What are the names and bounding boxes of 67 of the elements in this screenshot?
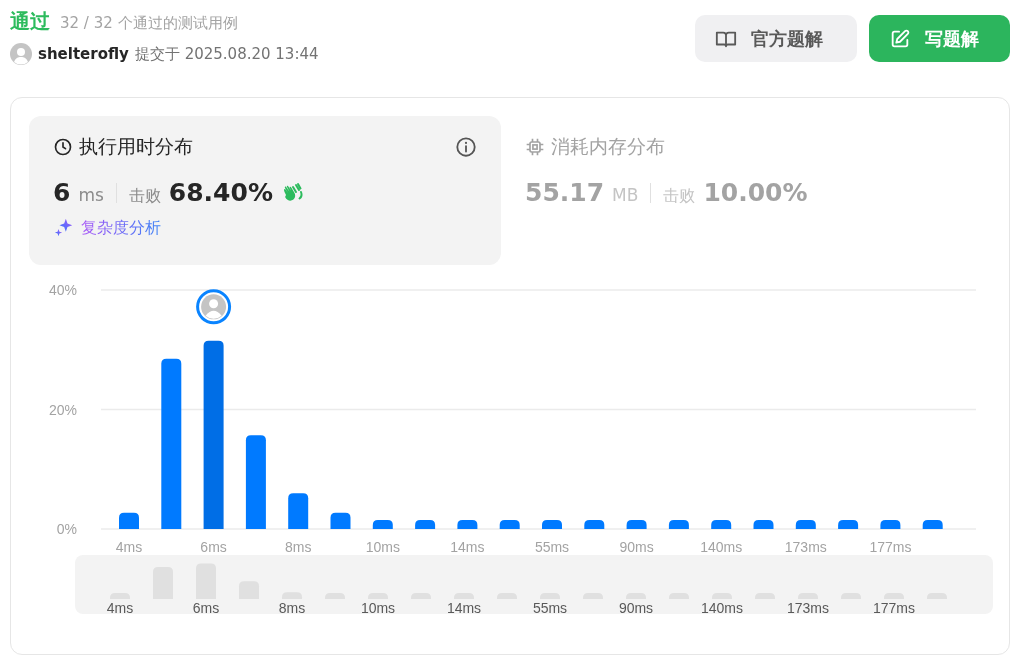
chart-bar[interactable] <box>457 520 478 529</box>
username-link[interactable]: shelterofly <box>38 45 129 63</box>
chart-bar[interactable] <box>880 520 901 529</box>
chart-bar[interactable] <box>584 520 605 529</box>
overview-label: 10ms <box>360 600 396 614</box>
test-cases-text: 32 / 32 个通过的测试用例 <box>60 14 238 33</box>
chart-bar[interactable] <box>288 493 309 529</box>
beats-percent: 68.40% <box>168 178 273 207</box>
info-icon[interactable] <box>455 136 477 158</box>
chart-bar[interactable] <box>119 512 139 529</box>
overview-scrollbar[interactable]: 4ms 6ms 8ms 10ms 14ms 55ms 90ms 140ms 173ms 177ms <box>75 555 993 614</box>
chart-bar[interactable] <box>203 340 224 529</box>
chart-bar[interactable] <box>668 520 689 529</box>
stat-unit: MB <box>612 185 639 205</box>
x-axis-label: 177ms <box>869 539 912 555</box>
chart-bar[interactable] <box>245 435 266 529</box>
overview-label: 177ms <box>873 600 915 614</box>
overview-label: 173ms <box>787 600 829 614</box>
tab-title: 执行用时分布 <box>79 134 193 159</box>
chart-bar[interactable] <box>795 520 816 529</box>
chart-bar[interactable] <box>542 520 562 529</box>
chart-bar[interactable] <box>626 520 647 529</box>
chart-bar[interactable] <box>330 512 351 529</box>
beats-label: 击败 <box>128 186 161 207</box>
x-axis-label: 4ms <box>115 539 143 555</box>
chip-icon <box>525 137 545 157</box>
x-axis-label: 140ms <box>700 539 743 555</box>
overview-label: 55ms <box>532 600 568 614</box>
beats-label: 击败 <box>663 186 696 207</box>
chart-bar[interactable] <box>711 520 732 529</box>
y-axis-label: 0% <box>56 521 77 537</box>
avatar-icon <box>10 43 32 65</box>
status-text: 通过 <box>10 8 50 35</box>
x-axis-label: 90ms <box>619 539 654 555</box>
x-axis-label: 173ms <box>784 539 827 555</box>
chart-bar[interactable] <box>838 520 859 529</box>
y-axis-label: 40% <box>48 282 77 298</box>
x-axis-label: 6ms <box>200 539 227 555</box>
official-solution-button[interactable]: 官方题解 <box>695 15 857 62</box>
overview-label: 6ms <box>192 600 220 614</box>
x-axis-label: 8ms <box>284 539 312 555</box>
stat-value: 55.17 <box>525 178 605 207</box>
avatar-marker-icon <box>196 289 232 325</box>
chart-bar[interactable] <box>415 520 436 529</box>
chart-bar[interactable] <box>372 520 393 529</box>
chart-bar[interactable] <box>161 358 182 529</box>
overview-label: 8ms <box>278 600 306 614</box>
chart-bar[interactable] <box>922 520 943 529</box>
sparkle-icon <box>53 217 75 239</box>
stat-value: 6 <box>53 178 71 207</box>
runtime-tab[interactable]: 执行用时分布 6 ms 击败 68.40% 复杂度分析 <box>29 116 501 265</box>
tab-title: 消耗内存分布 <box>551 134 665 159</box>
overview-label: 14ms <box>446 600 482 614</box>
stat-unit: ms <box>78 185 104 205</box>
clock-icon <box>53 137 73 157</box>
edit-icon <box>889 27 911 50</box>
overview-label: 4ms <box>106 600 134 614</box>
chart-bar[interactable] <box>753 520 774 529</box>
submitted-time-text: 提交于 2025.08.20 13:44 <box>134 44 319 64</box>
x-axis-label: 14ms <box>450 539 485 555</box>
overview-label: 90ms <box>618 600 654 614</box>
x-axis-label: 55ms <box>534 539 570 555</box>
beats-percent: 10.00% <box>703 178 808 207</box>
y-axis-label: 20% <box>48 401 77 418</box>
x-axis-label: 10ms <box>365 539 400 555</box>
chart-bar[interactable] <box>499 520 520 529</box>
overview-label: 140ms <box>701 600 743 614</box>
